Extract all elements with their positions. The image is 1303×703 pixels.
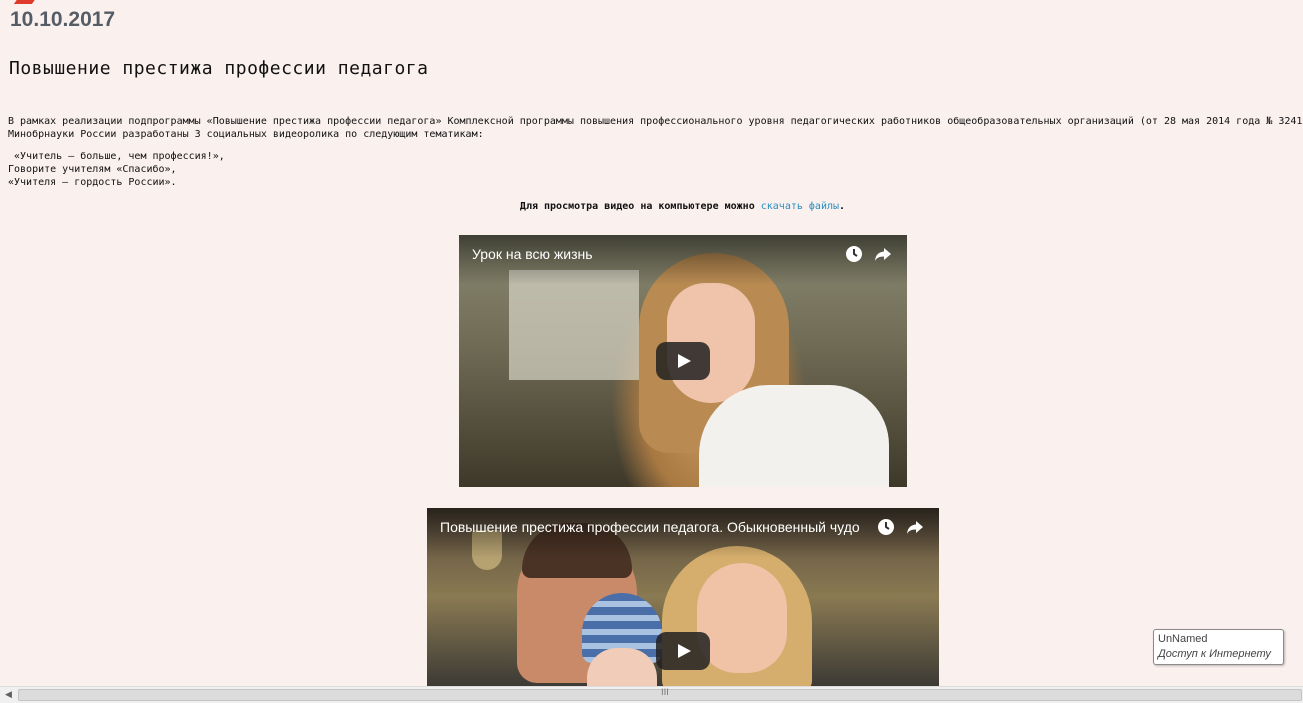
share-arrow-icon[interactable] bbox=[873, 244, 893, 264]
download-line: Для просмотра видео на компьютере можно … bbox=[0, 201, 1303, 212]
intro-line-2: Минобрнауки России разработаны 3 социаль… bbox=[8, 129, 484, 140]
download-suffix: . bbox=[839, 201, 846, 212]
clock-icon[interactable] bbox=[876, 517, 896, 537]
corner-mark bbox=[13, 0, 37, 4]
network-name: UnNamed bbox=[1158, 633, 1208, 645]
video-player-1[interactable]: Урок на всю жизнь bbox=[459, 235, 907, 487]
intro-line-1: В рамках реализации подпрограммы «Повыше… bbox=[8, 116, 1303, 127]
play-button[interactable] bbox=[656, 632, 710, 670]
horizontal-scrollbar[interactable]: ◀ III bbox=[0, 686, 1303, 703]
page: 10.10.2017 Повышение престижа профессии … bbox=[0, 0, 1303, 703]
clock-icon[interactable] bbox=[844, 244, 864, 264]
video-thumbnail-detail bbox=[509, 270, 639, 380]
post-date: 10.10.2017 bbox=[10, 8, 116, 31]
video-title[interactable]: Урок на всю жизнь bbox=[472, 246, 832, 262]
scrollbar-grip: III bbox=[661, 688, 669, 698]
scroll-left-arrow-icon[interactable]: ◀ bbox=[0, 687, 17, 703]
play-button[interactable] bbox=[656, 342, 710, 380]
topic-item: «Учителя – гордость России». bbox=[8, 177, 177, 188]
download-files-link[interactable]: скачать файлы bbox=[761, 201, 839, 212]
video-thumbnail-detail bbox=[699, 385, 889, 487]
scrollbar-thumb[interactable] bbox=[18, 689, 1302, 701]
video-player-2[interactable]: Повышение престижа профессии педагога. О… bbox=[427, 508, 939, 686]
network-status: Доступ к Интернету bbox=[1158, 648, 1271, 660]
share-arrow-icon[interactable] bbox=[905, 517, 925, 537]
download-prefix: Для просмотра видео на компьютере можно bbox=[519, 201, 761, 212]
post-intro: В рамках реализации подпрограммы «Повыше… bbox=[8, 115, 1303, 141]
topic-item: «Учитель – больше, чем профессия!», bbox=[8, 151, 225, 162]
post-title: Повышение престижа профессии педагога bbox=[9, 58, 429, 79]
video-title[interactable]: Повышение престижа профессии педагога. О… bbox=[440, 519, 870, 535]
topic-item: Говорите учителям «Спасибо», bbox=[8, 164, 177, 175]
network-tooltip: UnNamed Доступ к Интернету bbox=[1153, 629, 1284, 665]
video-thumbnail-detail bbox=[697, 563, 787, 673]
topics-list: «Учитель – больше, чем профессия!», Говор… bbox=[8, 150, 225, 189]
